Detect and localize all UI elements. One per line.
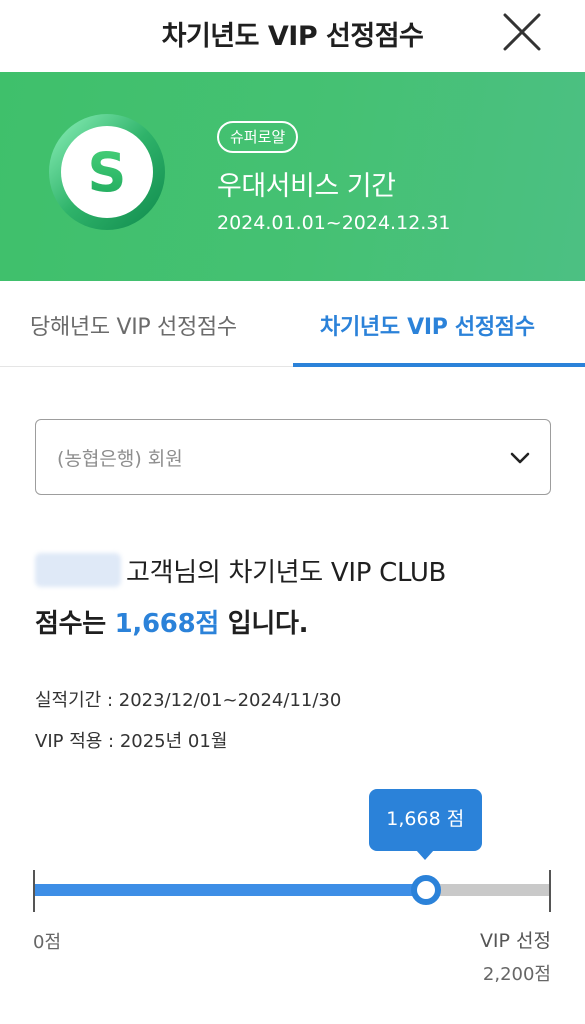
masked-customer-name — [35, 553, 121, 587]
page-title: 차기년도 VIP 선정점수 — [161, 21, 424, 52]
performance-period: 실적기간 : 2023/12/01~2024/11/30 — [35, 690, 342, 711]
summary-prefix: 점수는 — [35, 609, 115, 639]
header: 차기년도 VIP 선정점수 — [0, 0, 585, 72]
member-type-select[interactable]: (농협은행) 회원 — [35, 419, 551, 495]
active-tab-indicator — [293, 363, 585, 367]
progress-end-tick — [549, 870, 551, 912]
progress-max-label: VIP 선정 — [479, 930, 551, 952]
tier-badge: 슈퍼로얄 — [217, 121, 299, 153]
progress-thumb[interactable] — [410, 875, 441, 905]
progress-fill — [33, 884, 426, 896]
vip-tier-logo-letter: S — [88, 141, 127, 204]
benefit-period-dates: 2024.01.01~2024.12.31 — [217, 212, 451, 234]
score-tabs: 당해년도 VIP 선정점수 차기년도 VIP 선정점수 — [0, 281, 585, 367]
score-tooltip: 1,668 점 — [368, 789, 482, 860]
vip-tier-logo-icon: S — [46, 111, 168, 233]
close-icon[interactable] — [500, 10, 544, 54]
summary-score: 1,668점 — [114, 609, 220, 639]
vip-apply-month: VIP 적용 : 2025년 01월 — [35, 731, 228, 752]
progress-min-label: 0점 — [33, 932, 62, 953]
summary-line-1: 고객님의 차기년도 VIP CLUB — [126, 558, 447, 588]
chevron-down-icon — [508, 446, 532, 470]
summary-line-2: 점수는 1,668점 입니다. — [35, 603, 309, 640]
vip-banner: S 슈퍼로얄 우대서비스 기간 2024.01.01~2024.12.31 — [0, 72, 585, 281]
tab-next-year-score[interactable]: 차기년도 VIP 선정점수 — [320, 309, 535, 341]
progress-max-value: 2,200점 — [482, 964, 551, 985]
member-type-value: (농협은행) 회원 — [57, 448, 183, 470]
progress-start-tick — [33, 870, 35, 912]
summary-suffix: 입니다. — [219, 609, 309, 639]
score-progress-bar — [33, 870, 551, 916]
tab-current-year-score[interactable]: 당해년도 VIP 선정점수 — [30, 309, 237, 341]
benefit-period-title: 우대서비스 기간 — [217, 171, 396, 202]
